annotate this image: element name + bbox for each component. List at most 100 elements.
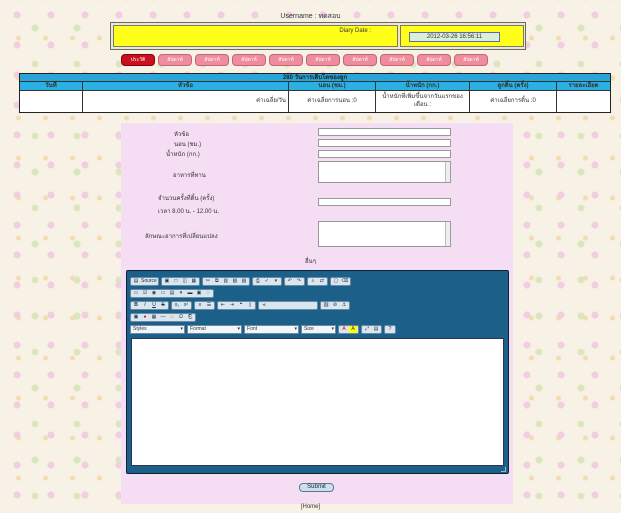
find-icon[interactable]: ⌕	[309, 278, 317, 285]
strike-icon[interactable]: S	[159, 302, 167, 309]
page-break-icon[interactable]: ⎗	[186, 314, 194, 321]
toolbar-group: ✂ ⧉ ▥ ▧ ▨	[201, 277, 250, 286]
italic-icon[interactable]: I	[141, 302, 149, 309]
styles-select[interactable]: Styles ▾	[130, 325, 185, 334]
horizontal-rule-icon[interactable]: —	[159, 314, 167, 321]
bullet-list-icon[interactable]: ☰	[205, 302, 213, 309]
toolbar-group: ⤢ ▤	[361, 325, 382, 334]
print-icon[interactable]: ⎙	[254, 278, 262, 285]
tab-history[interactable]: ประวัติ	[121, 54, 155, 66]
undo-icon[interactable]: ↶	[286, 278, 294, 285]
format-select[interactable]: Format ▾	[187, 325, 242, 334]
new-page-icon[interactable]: □	[172, 278, 180, 285]
textarea-icon[interactable]: ▤	[168, 290, 176, 297]
mood-textarea[interactable]	[318, 221, 451, 247]
tab-week-2[interactable]: สัปดาห์	[195, 54, 229, 66]
size-select-label: Size	[304, 326, 314, 332]
underline-icon[interactable]: U	[150, 302, 158, 309]
hidden-field-icon[interactable]: ◌	[204, 290, 212, 297]
tab-week-1[interactable]: สัปดาห์	[158, 54, 192, 66]
div-container-icon[interactable]: ▯	[246, 302, 254, 309]
paste-text-icon[interactable]: ▧	[231, 278, 239, 285]
templates-icon[interactable]: ▦	[190, 278, 198, 285]
scrollbar[interactable]	[445, 162, 450, 182]
cut-icon[interactable]: ✂	[204, 278, 212, 285]
outdent-icon[interactable]: ⇤	[219, 302, 227, 309]
remove-format-icon[interactable]: ⌫	[341, 278, 349, 285]
image-icon[interactable]: ▣	[132, 314, 140, 321]
kicks-input[interactable]	[318, 198, 451, 206]
numbered-list-icon[interactable]: ≡	[196, 302, 204, 309]
anchor-icon[interactable]: ⚓	[340, 302, 348, 309]
font-select[interactable]: Font ▾	[244, 325, 299, 334]
food-textarea[interactable]	[318, 161, 451, 183]
toolbar-group: ▭ ☑ ◉ ▭ ▤ ▾ ▬ ▣ ◌	[130, 289, 214, 298]
tab-week-3[interactable]: สัปดาห์	[232, 54, 266, 66]
image-button-icon[interactable]: ▣	[195, 290, 203, 297]
spellcheck-dropdown-icon[interactable]: ▾	[272, 278, 280, 285]
text-color-icon[interactable]: A	[340, 326, 348, 333]
weight-label: น้ำหนัก (กก.)	[166, 152, 200, 158]
font-select-label: Font	[247, 326, 258, 332]
source-button[interactable]: Source	[141, 278, 157, 285]
editor-content-area[interactable]	[131, 338, 504, 466]
toolbar-group: x₂ x²	[171, 301, 192, 310]
table-cell	[20, 91, 83, 112]
editor-toolbar-row-4: ▣ ● ▦ — ☺ Ω ⎗	[130, 313, 196, 322]
bg-color-icon[interactable]: A	[349, 326, 357, 333]
preview-icon[interactable]: ◫	[181, 278, 189, 285]
link-icon[interactable]: ⛓	[322, 302, 330, 309]
size-select[interactable]: Size ▾	[301, 325, 336, 334]
paste-word-icon[interactable]: ▨	[240, 278, 248, 285]
superscript-icon[interactable]: x²	[182, 302, 190, 309]
tab-week-9[interactable]: สัปดาห์	[454, 54, 488, 66]
flash-icon[interactable]: ●	[141, 314, 149, 321]
toolbar-group: ⛓ ⊘ ⚓	[320, 301, 350, 310]
special-char-icon[interactable]: Ω	[177, 314, 185, 321]
submit-button[interactable]: Submit	[299, 483, 334, 492]
chevron-down-icon: ▾	[331, 326, 334, 332]
indent-icon[interactable]: ⇥	[228, 302, 236, 309]
textfield-icon[interactable]: ▭	[159, 290, 167, 297]
checkbox-icon[interactable]: ☑	[141, 290, 149, 297]
subscript-icon[interactable]: x₂	[173, 302, 181, 309]
sleep-input[interactable]	[318, 139, 451, 147]
radio-icon[interactable]: ◉	[150, 290, 158, 297]
weight-input[interactable]	[318, 150, 451, 158]
tab-week-8[interactable]: สัปดาห์	[417, 54, 451, 66]
bold-icon[interactable]: B	[132, 302, 140, 309]
help-icon[interactable]: ?	[386, 326, 394, 333]
table-icon[interactable]: ▦	[150, 314, 158, 321]
replace-icon[interactable]: ⇄	[318, 278, 326, 285]
scrollbar[interactable]	[445, 222, 450, 246]
select-all-icon[interactable]: ▢	[332, 278, 340, 285]
redo-icon[interactable]: ↷	[295, 278, 303, 285]
align-left-icon[interactable]: ⫷	[260, 302, 268, 309]
copy-icon[interactable]: ⧉	[213, 278, 221, 285]
save-icon[interactable]: ▣	[163, 278, 171, 285]
paste-icon[interactable]: ▥	[222, 278, 230, 285]
maximize-icon[interactable]: ⤢	[363, 326, 371, 333]
column-header: รายละเอียด	[568, 83, 599, 89]
table-title: 280 วันการเติบโตของลูก	[20, 74, 610, 82]
table-cell: ค่าเฉลี่ย/วัน	[83, 91, 289, 112]
unlink-icon[interactable]: ⊘	[331, 302, 339, 309]
spellcheck-icon[interactable]: ✓	[263, 278, 271, 285]
table-cell	[557, 91, 610, 112]
toolbar-group: ↶ ↷	[283, 277, 305, 286]
tab-week-4[interactable]: สัปดาห์	[269, 54, 303, 66]
column-header: วันที่	[20, 82, 83, 90]
tab-week-6[interactable]: สัปดาห์	[343, 54, 377, 66]
tab-week-5[interactable]: สัปดาห์	[306, 54, 340, 66]
smiley-icon[interactable]: ☺	[168, 314, 176, 321]
resize-handle-icon[interactable]	[501, 467, 506, 472]
blockquote-icon[interactable]: ❝	[237, 302, 245, 309]
button-field-icon[interactable]: ▬	[186, 290, 194, 297]
tab-week-7[interactable]: สัปดาห์	[380, 54, 414, 66]
topic-input[interactable]	[318, 128, 451, 136]
form-icon[interactable]: ▭	[132, 290, 140, 297]
topic-label: หัวข้อ	[174, 132, 190, 138]
show-blocks-icon[interactable]: ▤	[372, 326, 380, 333]
select-field-icon[interactable]: ▾	[177, 290, 185, 297]
home-link[interactable]: [Home]	[0, 504, 621, 510]
